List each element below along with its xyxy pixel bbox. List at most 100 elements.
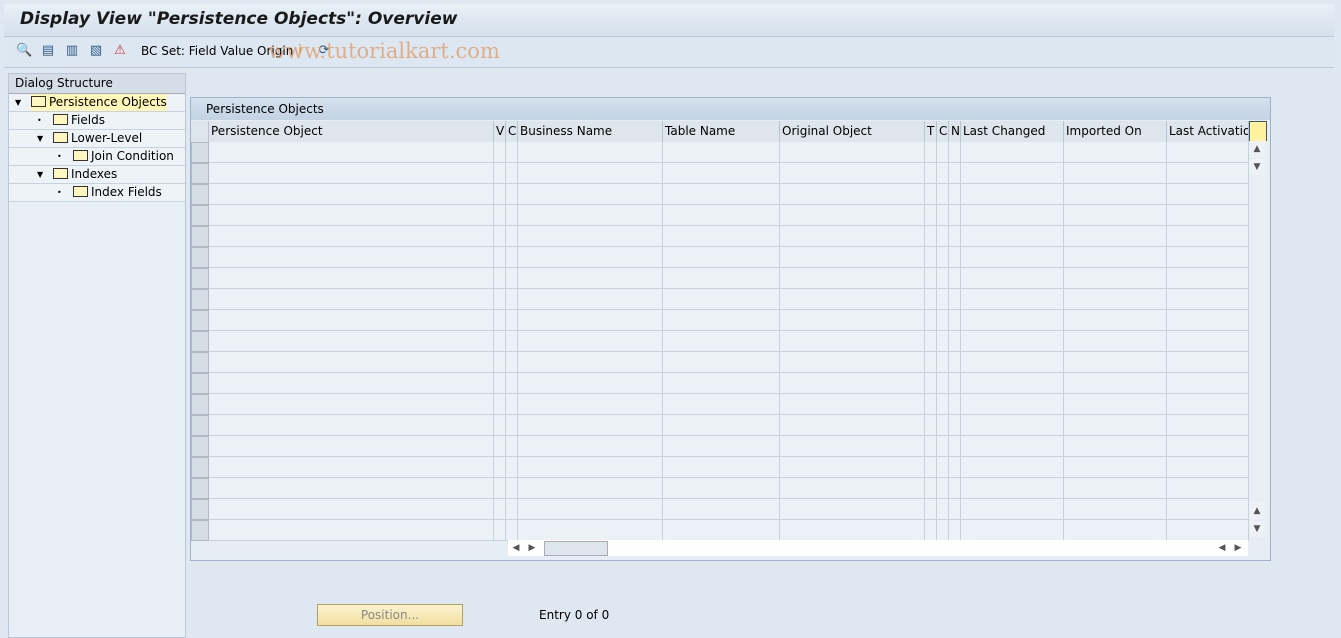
table-cell[interactable]	[506, 499, 518, 520]
column-header[interactable]: Imported On	[1064, 121, 1167, 142]
table-cell[interactable]	[925, 373, 937, 394]
table-cell[interactable]	[663, 205, 780, 226]
table-cell[interactable]	[961, 268, 1064, 289]
table-cell[interactable]	[518, 226, 663, 247]
table-cell[interactable]	[949, 373, 961, 394]
table-cell[interactable]	[1167, 289, 1249, 310]
table-cell[interactable]	[925, 310, 937, 331]
table-cell[interactable]	[1167, 142, 1249, 163]
table-cell[interactable]	[1064, 457, 1167, 478]
vertical-scrollbar[interactable]: ▲ ▼ ▲ ▼	[1249, 141, 1268, 538]
table-cell[interactable]	[961, 289, 1064, 310]
tree-item[interactable]: • Index Fields	[9, 184, 185, 202]
table-cell[interactable]	[949, 226, 961, 247]
table-cell[interactable]	[209, 142, 494, 163]
table-cell[interactable]	[209, 163, 494, 184]
table-cell[interactable]	[925, 499, 937, 520]
table-cell[interactable]	[1064, 373, 1167, 394]
table-cell[interactable]	[780, 415, 925, 436]
table-cell[interactable]	[494, 499, 506, 520]
table-cell[interactable]	[925, 247, 937, 268]
table-cell[interactable]	[925, 226, 937, 247]
row-selector[interactable]	[191, 268, 209, 289]
table-cell[interactable]	[780, 436, 925, 457]
table-cell[interactable]	[949, 247, 961, 268]
scroll-page-up-icon[interactable]: ▲	[1249, 503, 1265, 519]
table-cell[interactable]	[518, 247, 663, 268]
table-cell[interactable]	[937, 478, 949, 499]
table-cell[interactable]	[1064, 415, 1167, 436]
table-cell[interactable]	[506, 331, 518, 352]
table-cell[interactable]	[937, 310, 949, 331]
table-cell[interactable]	[937, 520, 949, 541]
table-cell[interactable]	[961, 457, 1064, 478]
table-cell[interactable]	[209, 415, 494, 436]
table-cell[interactable]	[209, 226, 494, 247]
table-cell[interactable]	[506, 436, 518, 457]
table-cell[interactable]	[949, 142, 961, 163]
table-cell[interactable]	[494, 226, 506, 247]
table-cell[interactable]	[1064, 436, 1167, 457]
table-cell[interactable]	[780, 373, 925, 394]
table-cell[interactable]	[1167, 163, 1249, 184]
table-cell[interactable]	[1064, 226, 1167, 247]
table-cell[interactable]	[949, 436, 961, 457]
select-all-corner[interactable]	[191, 121, 209, 142]
table-cell[interactable]	[494, 268, 506, 289]
table-cell[interactable]	[937, 457, 949, 478]
table-cell[interactable]	[780, 520, 925, 541]
table-cell[interactable]	[961, 226, 1064, 247]
table-cell[interactable]	[937, 268, 949, 289]
table-cell[interactable]	[961, 520, 1064, 541]
scroll-left-icon[interactable]: ◀	[508, 540, 524, 556]
column-header[interactable]: V	[494, 121, 506, 142]
row-selector[interactable]	[191, 331, 209, 352]
table-cell[interactable]	[949, 205, 961, 226]
table-cell[interactable]	[780, 499, 925, 520]
table-cell[interactable]	[518, 331, 663, 352]
table-cell[interactable]	[209, 373, 494, 394]
table-cell[interactable]	[518, 436, 663, 457]
expand-arrow-icon[interactable]: ▼	[37, 166, 43, 183]
table-cell[interactable]	[1167, 457, 1249, 478]
table-cell[interactable]	[663, 184, 780, 205]
table-cell[interactable]	[506, 352, 518, 373]
scroll-left-end-icon[interactable]: ◀	[1214, 540, 1230, 556]
select-all-icon[interactable]: ▤	[40, 43, 56, 59]
table-cell[interactable]	[949, 310, 961, 331]
table-cell[interactable]	[209, 331, 494, 352]
row-selector[interactable]	[191, 478, 209, 499]
row-selector[interactable]	[191, 205, 209, 226]
table-cell[interactable]	[925, 415, 937, 436]
tree-item[interactable]: ▼ Persistence Objects	[9, 94, 185, 112]
tree-item[interactable]: • Join Condition	[9, 148, 185, 166]
table-cell[interactable]	[506, 415, 518, 436]
table-cell[interactable]	[937, 373, 949, 394]
table-cell[interactable]	[1167, 478, 1249, 499]
table-cell[interactable]	[961, 205, 1064, 226]
table-cell[interactable]	[780, 478, 925, 499]
table-cell[interactable]	[518, 373, 663, 394]
expand-arrow-icon[interactable]: ▼	[15, 94, 21, 111]
table-cell[interactable]	[506, 394, 518, 415]
tree-item[interactable]: ▼ Indexes	[9, 166, 185, 184]
table-cell[interactable]	[1064, 205, 1167, 226]
table-cell[interactable]	[949, 184, 961, 205]
position-button[interactable]: Position...	[317, 604, 463, 626]
table-cell[interactable]	[494, 478, 506, 499]
table-cell[interactable]	[663, 499, 780, 520]
table-cell[interactable]	[1064, 163, 1167, 184]
table-cell[interactable]	[1167, 394, 1249, 415]
row-selector[interactable]	[191, 352, 209, 373]
table-cell[interactable]	[1167, 352, 1249, 373]
table-cell[interactable]	[209, 247, 494, 268]
table-cell[interactable]	[949, 499, 961, 520]
scroll-down-icon[interactable]: ▼	[1249, 159, 1265, 175]
table-cell[interactable]	[949, 163, 961, 184]
table-cell[interactable]	[949, 478, 961, 499]
table-cell[interactable]	[961, 394, 1064, 415]
table-cell[interactable]	[494, 520, 506, 541]
table-cell[interactable]	[494, 289, 506, 310]
table-cell[interactable]	[209, 478, 494, 499]
table-cell[interactable]	[937, 247, 949, 268]
